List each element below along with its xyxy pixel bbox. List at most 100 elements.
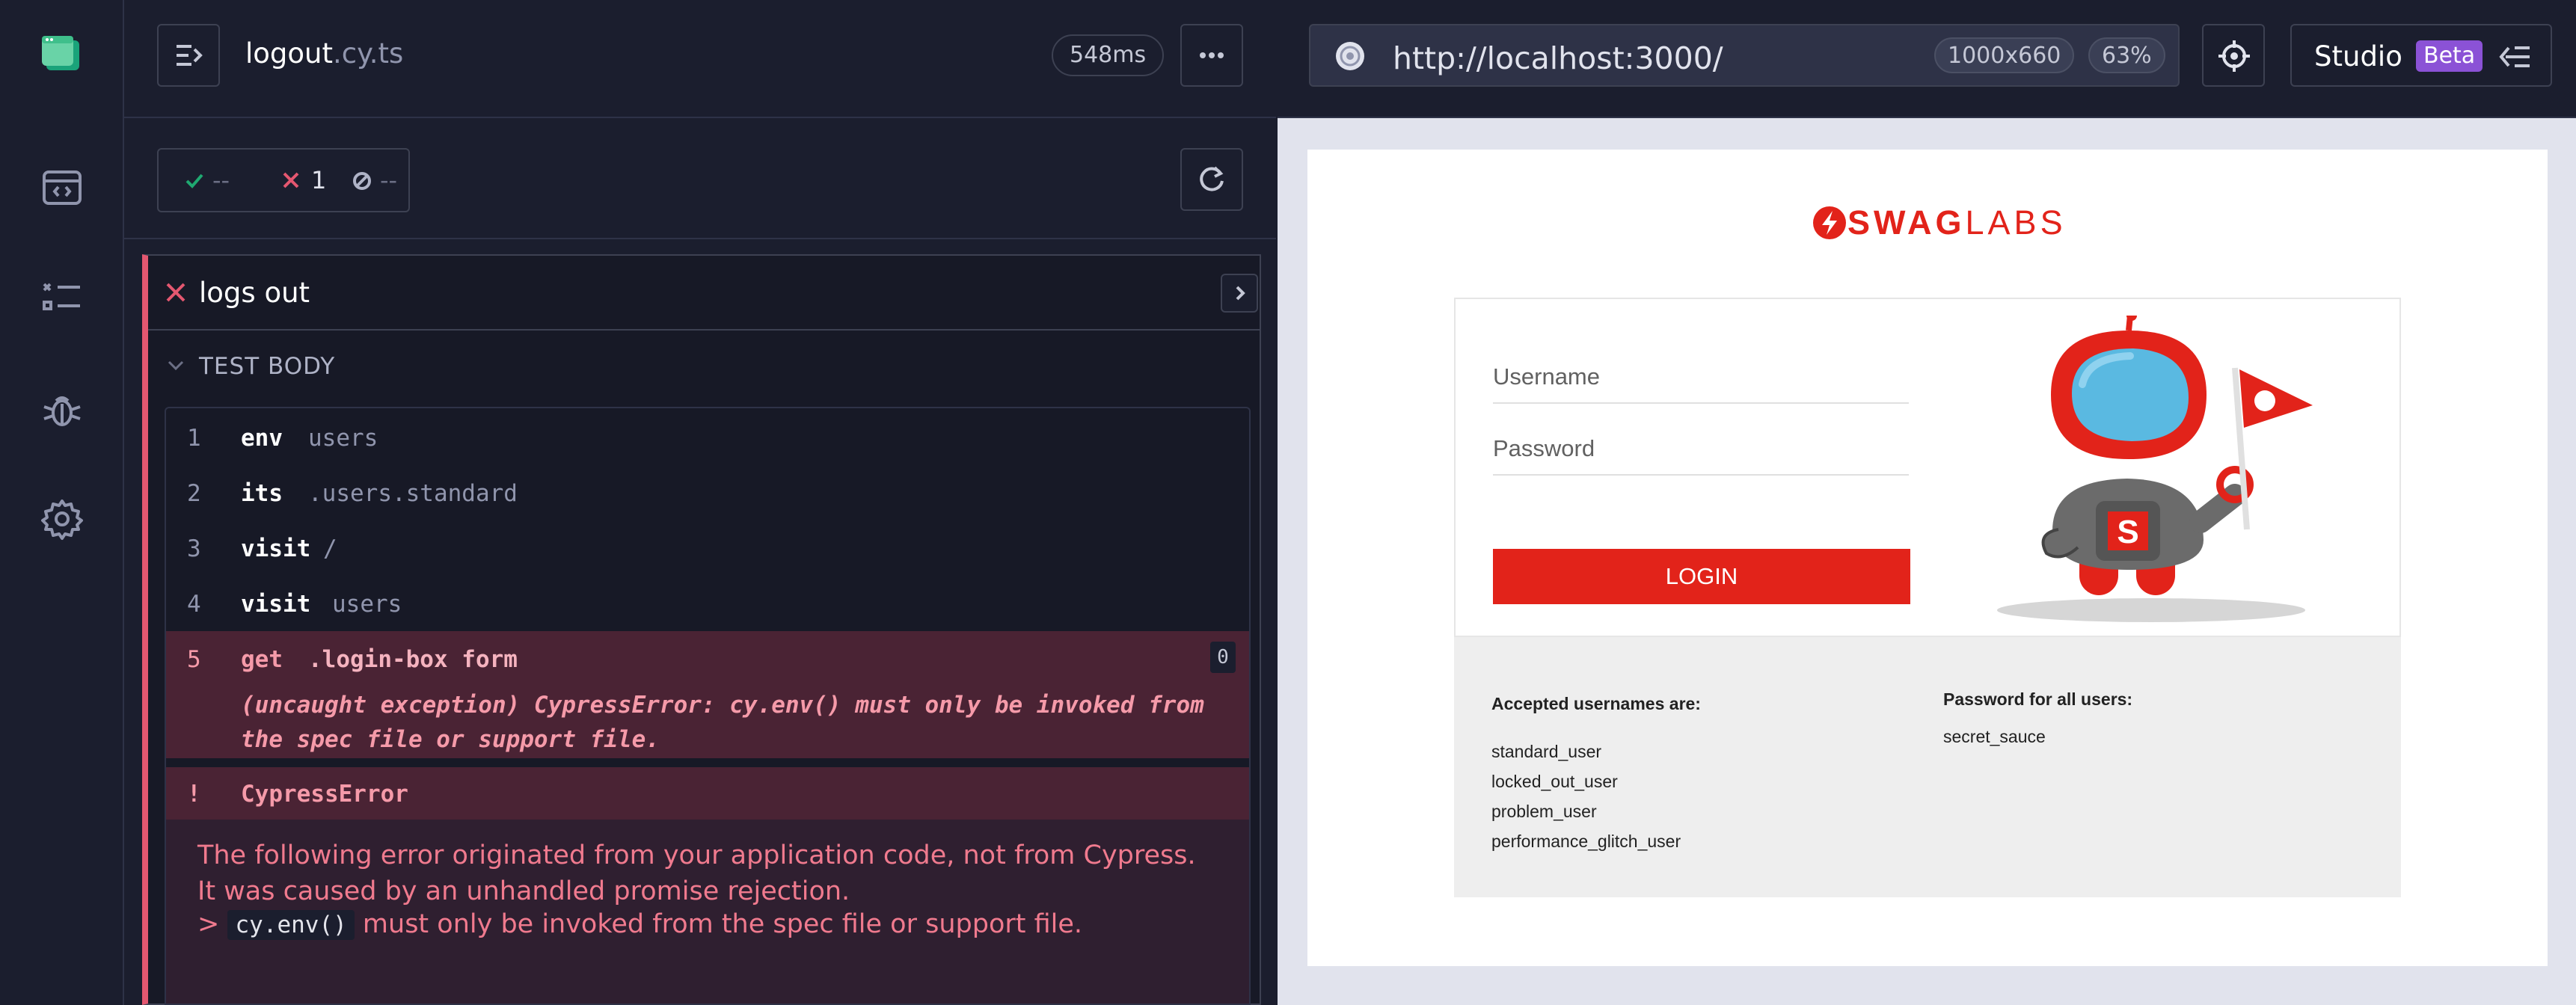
stats-bar: -- 1 -- — [124, 120, 1276, 239]
url-text: http://localhost:3000/ — [1393, 40, 1723, 76]
command-error-message: (uncaught exception) CypressError: cy.en… — [166, 676, 1249, 758]
url-bar[interactable]: http://localhost:3000/ 1000x660 63% — [1309, 24, 2180, 87]
command-row[interactable]: 3 visit / — [166, 520, 1249, 574]
element-count-badge: 0 — [1210, 642, 1236, 673]
runs-icon[interactable] — [40, 277, 85, 322]
spec-name: logout — [245, 37, 333, 70]
password-heading: Password for all users: — [1943, 689, 2133, 709]
password-field[interactable]: Password — [1493, 408, 1909, 476]
command-name: get — [241, 646, 283, 673]
command-row[interactable]: 2 its .users.standard — [166, 465, 1249, 519]
error-prompt: > — [197, 909, 220, 939]
cypress-logo-icon[interactable] — [39, 33, 82, 76]
spec-filename: logout.cy.ts — [245, 37, 403, 70]
login-card: Username Password LOGIN S — [1454, 298, 2401, 637]
error-header: ! CypressError — [166, 767, 1249, 820]
more-options-button[interactable] — [1180, 24, 1243, 87]
test-stats: -- 1 -- — [157, 148, 410, 212]
selector-playground-button[interactable] — [2202, 24, 2265, 87]
pending-icon — [353, 172, 371, 190]
app-under-test-panel: http://localhost:3000/ 1000x660 63% Stud… — [1278, 0, 2576, 1005]
test-item: logs out TEST BODY 1 env users 2 its .us… — [142, 254, 1261, 1005]
beta-badge: Beta — [2416, 40, 2483, 72]
command-arg: / — [323, 535, 337, 562]
accepted-usernames-heading: Accepted usernames are: — [1491, 694, 1701, 713]
command-row[interactable]: 1 env users — [166, 410, 1249, 464]
browser-icon — [1336, 42, 1364, 70]
username-item: performance_glitch_user — [1491, 832, 1681, 851]
credentials-panel: Accepted usernames are: standard_user lo… — [1454, 637, 2401, 897]
command-number: 3 — [187, 535, 201, 562]
error-code-message: > cy.env() must only be invoked from the… — [197, 909, 1083, 940]
username-field[interactable]: Username — [1493, 336, 1909, 404]
command-number: 5 — [187, 646, 201, 673]
viewport-size-badge[interactable]: 1000x660 — [1934, 37, 2075, 73]
command-arg: .users.standard — [308, 480, 518, 507]
error-name: CypressError — [241, 781, 408, 808]
error-description: The following error originated from your… — [197, 840, 1196, 906]
reporter-panel: logout.cy.ts 548ms -- 1 -- logs out TEST… — [124, 0, 1276, 1005]
swag-labs-logo: SWAGLABS — [1847, 203, 2067, 242]
duration-badge: 548ms — [1052, 34, 1165, 76]
logo-light: LABS — [1965, 203, 2067, 242]
error-panel: ! CypressError The following error origi… — [166, 767, 1249, 1004]
svg-text:S: S — [2117, 514, 2138, 550]
command-error-line: (uncaught exception) CypressError: cy.en… — [241, 692, 1204, 719]
studio-collapse-icon — [2499, 46, 2530, 67]
command-arg: .login-box form — [308, 646, 518, 673]
command-name: visit — [241, 591, 311, 618]
rerun-button[interactable] — [1180, 148, 1243, 211]
refresh-icon — [1200, 166, 1224, 191]
open-test-button[interactable] — [1221, 274, 1258, 313]
robot-mascot-image: S — [1997, 316, 2313, 622]
settings-icon[interactable] — [40, 497, 85, 541]
command-name: visit — [241, 535, 311, 562]
more-icon — [1200, 52, 1224, 58]
username-placeholder: Username — [1493, 363, 1600, 390]
pending-count: -- — [380, 166, 398, 194]
command-row[interactable]: 4 visit users — [166, 576, 1249, 630]
command-arg: users — [332, 591, 402, 618]
passed-count: -- — [212, 166, 230, 194]
command-row-failed[interactable]: 5 get .login-box form 0 — [166, 631, 1249, 677]
username-item: locked_out_user — [1491, 772, 1618, 791]
command-log: 1 env users 2 its .users.standard 3 visi… — [165, 407, 1251, 1005]
password-value: secret_sauce — [1943, 727, 2046, 746]
failed-x-icon — [166, 283, 185, 302]
username-item: standard_user — [1491, 742, 1602, 761]
studio-label: Studio — [2314, 40, 2402, 73]
zoom-badge[interactable]: 63% — [2088, 37, 2165, 73]
logo-bold: SWAG — [1847, 203, 1966, 242]
selector-playground-icon — [2218, 40, 2250, 72]
chevron-right-icon — [1236, 286, 1245, 301]
sidebar-toggle-icon — [177, 45, 203, 66]
login-button[interactable]: LOGIN — [1493, 549, 1910, 604]
error-code: cy.env() — [227, 910, 355, 940]
app-viewport: SWAGLABS Username Password LOGIN S Accep… — [1307, 150, 2548, 966]
failed-count: 1 — [311, 166, 327, 194]
swag-logo-icon — [1813, 206, 1846, 239]
chevron-down-icon[interactable] — [166, 356, 185, 375]
specs-icon[interactable] — [40, 166, 85, 211]
error-message-text: must only be invoked from the spec file … — [362, 909, 1083, 939]
sidebar-toggle-button[interactable] — [157, 24, 220, 87]
debug-icon[interactable] — [40, 387, 85, 432]
command-name: its — [241, 480, 283, 507]
spec-extension: .cy.ts — [333, 37, 404, 70]
side-nav — [0, 0, 124, 1005]
test-title-row[interactable]: logs out — [148, 256, 1261, 331]
command-number: 2 — [187, 480, 201, 507]
x-icon — [283, 172, 299, 188]
studio-button[interactable]: Studio Beta — [2290, 24, 2552, 87]
reporter-header: logout.cy.ts 548ms — [124, 0, 1276, 118]
error-bang: ! — [187, 781, 201, 808]
command-name: env — [241, 425, 283, 452]
test-title: logs out — [199, 277, 310, 309]
check-icon — [185, 173, 203, 188]
username-item: problem_user — [1491, 802, 1597, 821]
command-arg: users — [308, 425, 378, 452]
test-body-label[interactable]: TEST BODY — [199, 353, 335, 380]
command-number: 4 — [187, 591, 201, 618]
aut-header: http://localhost:3000/ 1000x660 63% Stud… — [1278, 0, 2576, 118]
password-placeholder: Password — [1493, 435, 1595, 461]
